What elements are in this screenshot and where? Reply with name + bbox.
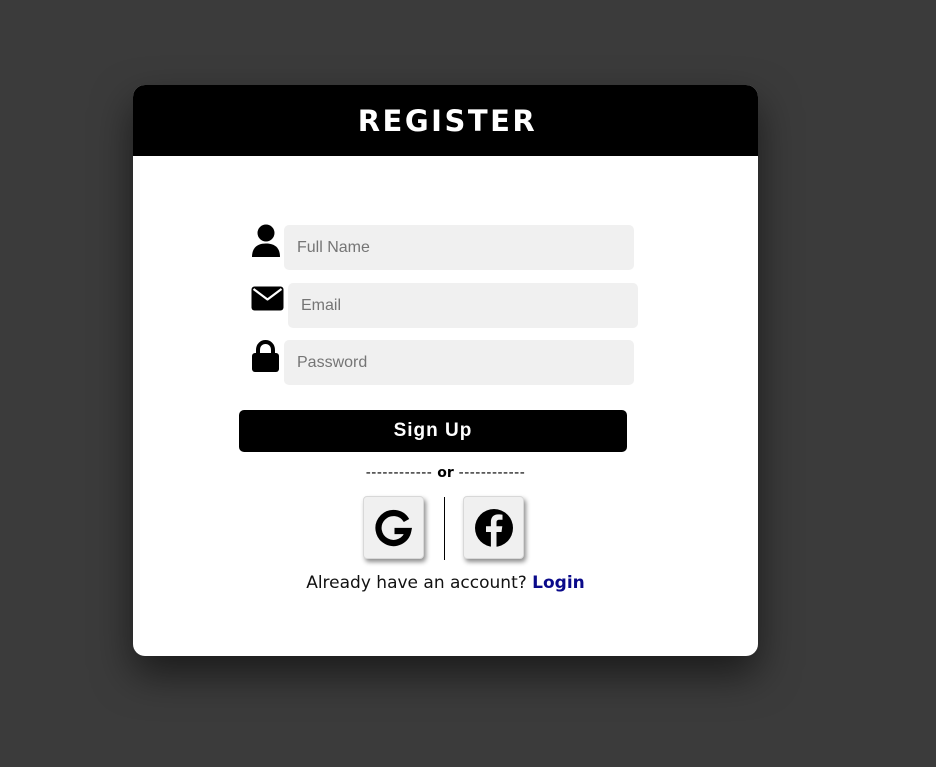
register-card: REGISTER Sign Up ------------ or -------… bbox=[133, 85, 758, 656]
form-title: REGISTER bbox=[357, 103, 538, 138]
facebook-icon bbox=[474, 508, 513, 547]
google-login-button[interactable] bbox=[363, 496, 424, 559]
card-header: REGISTER bbox=[133, 85, 758, 156]
divider-dashes-right: ------------ bbox=[458, 465, 526, 481]
lock-icon bbox=[252, 340, 279, 372]
email-field[interactable] bbox=[288, 283, 638, 328]
envelope-icon bbox=[251, 286, 284, 311]
sign-up-button[interactable]: Sign Up bbox=[239, 410, 627, 452]
divider-or-text: or bbox=[437, 465, 454, 481]
divider-dashes-left: ------------ bbox=[365, 465, 433, 481]
full-name-field[interactable] bbox=[284, 225, 634, 270]
or-divider: ------------ or ------------ bbox=[133, 464, 758, 482]
login-link[interactable]: Login bbox=[532, 573, 585, 593]
password-field[interactable] bbox=[284, 340, 634, 385]
google-icon bbox=[374, 509, 412, 546]
user-icon bbox=[252, 224, 280, 257]
login-prompt-text: Already have an account? bbox=[306, 573, 527, 593]
social-separator bbox=[444, 497, 445, 560]
login-prompt: Already have an account? Login bbox=[133, 573, 758, 593]
facebook-login-button[interactable] bbox=[463, 496, 524, 559]
